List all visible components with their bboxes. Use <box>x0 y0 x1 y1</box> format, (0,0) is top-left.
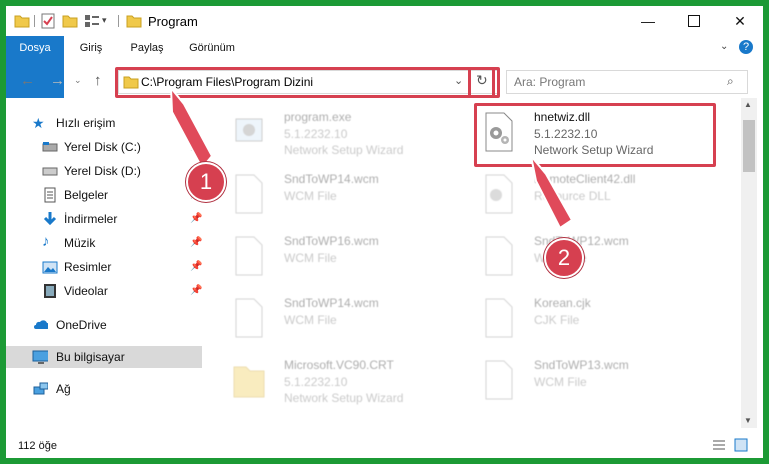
explorer-window: ▾ Program — ✕ Dosya Giriş Paylaş Görünüm… <box>6 6 763 458</box>
arrow-to-address-bar <box>169 85 214 170</box>
annotation-arrows <box>169 85 574 230</box>
arrow-to-file <box>530 155 574 230</box>
step-badge-1: 1 <box>186 162 226 202</box>
step-badge-2: 2 <box>544 238 584 278</box>
